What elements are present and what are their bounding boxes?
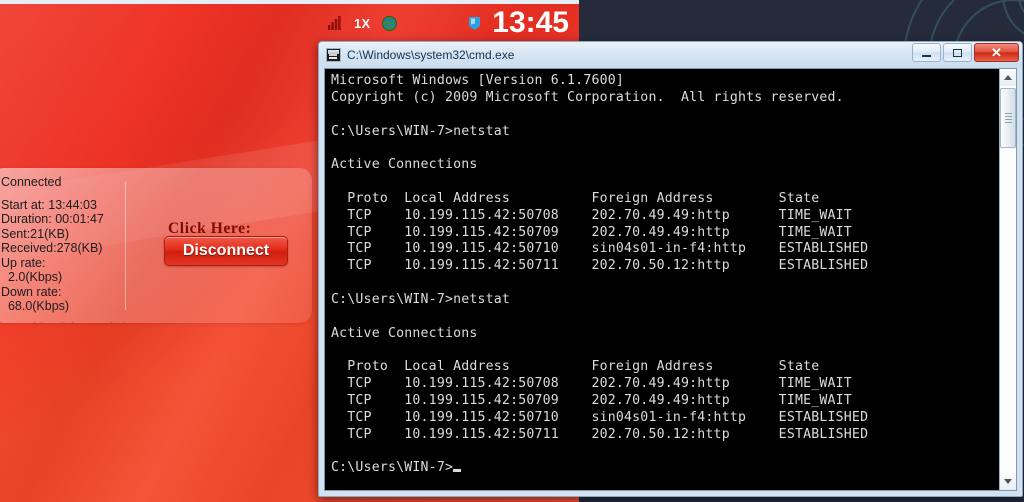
top-edge-strip xyxy=(0,0,579,4)
globe-icon xyxy=(381,15,397,31)
cmd-title-bar[interactable]: C:\Windows\system32\cmd.exe ✕ xyxy=(319,42,1022,68)
battery-icon xyxy=(469,16,481,30)
stat-down-rate-label: Down rate: xyxy=(1,284,62,299)
status-bar-right-group: 13:45 xyxy=(468,8,569,38)
close-button[interactable]: ✕ xyxy=(974,43,1019,62)
close-icon: ✕ xyxy=(991,45,1002,60)
cmd-icon xyxy=(326,48,341,62)
cmd-console-output[interactable]: Microsoft Windows [Version 6.1.7600] Cop… xyxy=(325,69,999,490)
window-controls: ✕ xyxy=(912,43,1019,62)
scroll-up-button[interactable] xyxy=(1000,69,1016,86)
scrollbar-thumb[interactable] xyxy=(1000,88,1016,148)
console-text: Microsoft Windows [Version 6.1.7600] Cop… xyxy=(331,73,869,476)
minimize-button[interactable] xyxy=(912,43,941,62)
status-bar-left-group: 1X xyxy=(328,15,397,31)
stat-down-rate-value: 68.0(Kbps) xyxy=(1,299,70,314)
stat-duration: Duration: 00:01:47 xyxy=(1,212,104,227)
vertical-scrollbar[interactable] xyxy=(999,69,1016,490)
signal-bars-icon xyxy=(328,16,341,30)
chevron-down-icon xyxy=(1004,479,1012,484)
text-cursor xyxy=(453,469,462,473)
maximize-button[interactable] xyxy=(943,43,972,62)
cmd-window-title: C:\Windows\system32\cmd.exe xyxy=(347,48,515,62)
cmd-window[interactable]: C:\Windows\system32\cmd.exe ✕ Microsoft … xyxy=(318,41,1023,497)
connection-state-label: Connected xyxy=(1,175,62,189)
cmd-body: Microsoft Windows [Version 6.1.7600] Cop… xyxy=(324,68,1017,491)
scroll-down-button[interactable] xyxy=(1000,473,1016,490)
stat-up-rate-value: 2.0(Kbps) xyxy=(1,270,63,285)
network-mode-label: 1X xyxy=(354,15,371,31)
panel-divider xyxy=(125,182,126,310)
maximize-icon xyxy=(953,48,962,57)
chevron-up-icon xyxy=(1004,75,1012,80)
mobile-status-bar: 1X 13:45 xyxy=(0,4,579,42)
minimize-icon xyxy=(922,54,931,57)
stat-start-at: Start at: 13:44:03 xyxy=(1,197,97,212)
disconnect-button[interactable]: Disconnect xyxy=(164,236,288,266)
scrollbar-track[interactable] xyxy=(1000,86,1016,473)
switch-views-hint[interactable]: Double click to switch views xyxy=(1,321,139,323)
clock-label: 13:45 xyxy=(492,6,569,39)
